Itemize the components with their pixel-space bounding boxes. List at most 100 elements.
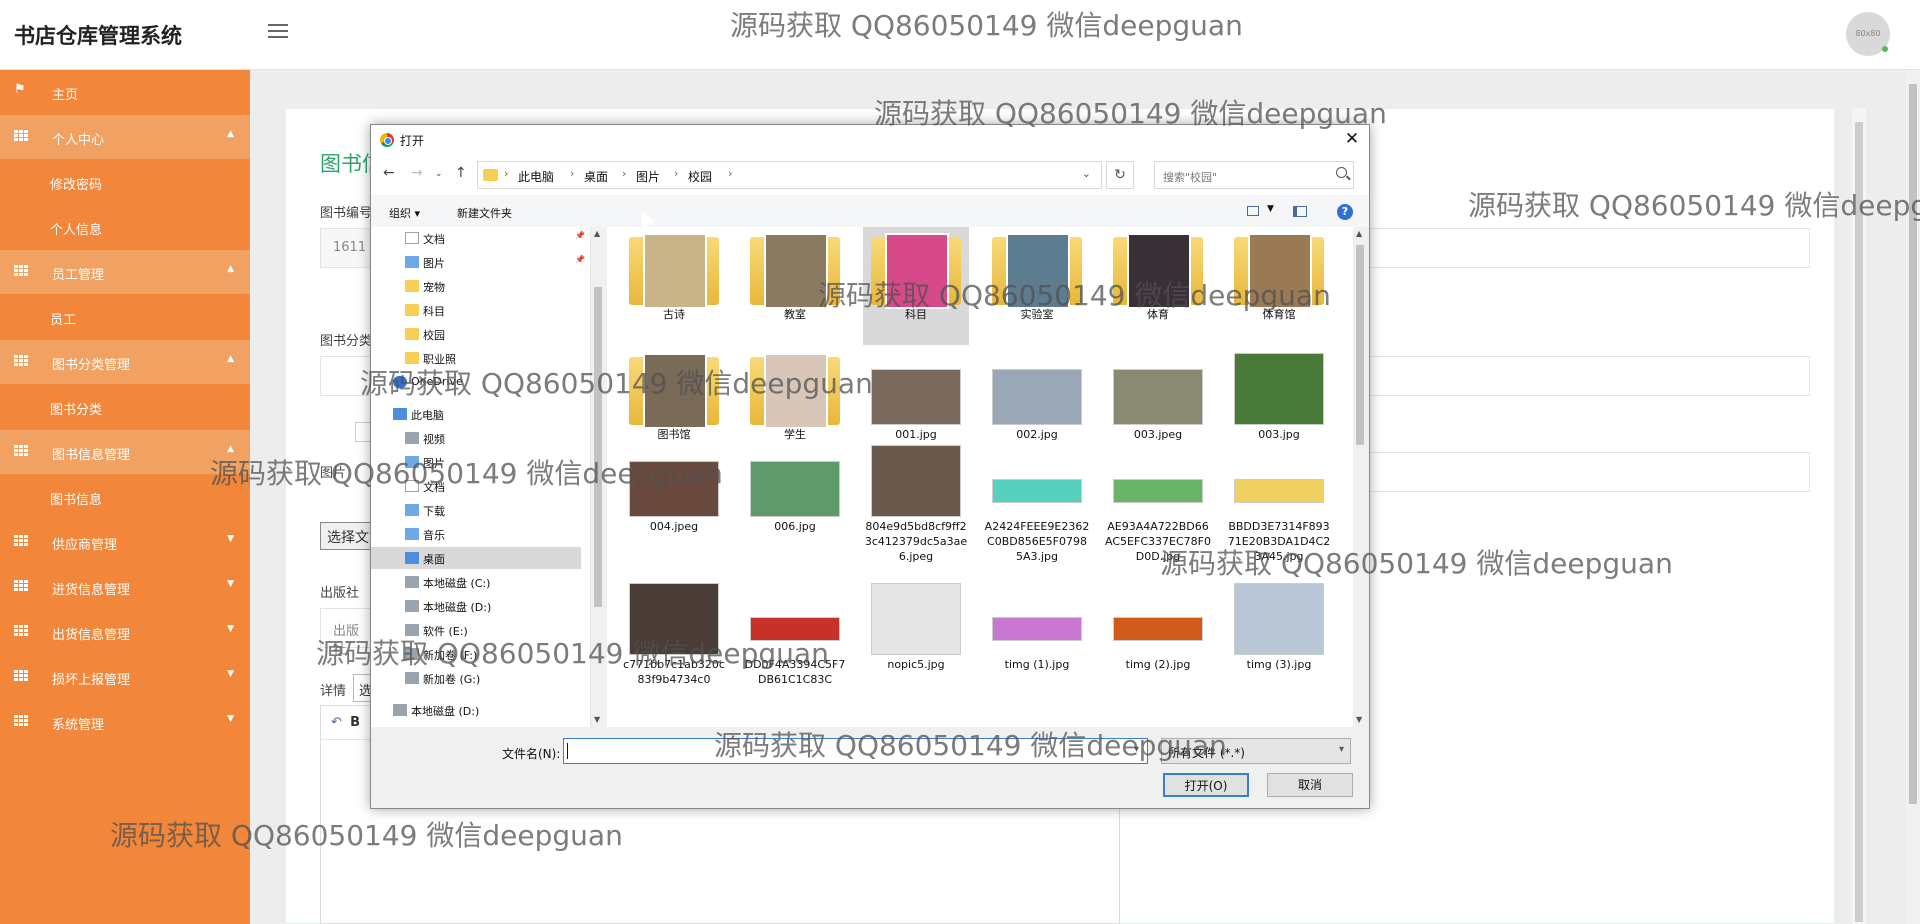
sidebar-item[interactable]: 图书信息管理 ▲ (0, 430, 250, 474)
breadcrumb-item[interactable]: 校园 (688, 168, 712, 185)
search-input[interactable]: 搜索"校园" (1154, 161, 1354, 189)
tree-item[interactable]: 音乐 (371, 523, 581, 545)
file-item[interactable]: 006.jpg (742, 439, 848, 557)
sidebar-item[interactable]: 图书信息 (0, 475, 250, 519)
breadcrumb-item[interactable]: 此电脑 (518, 168, 554, 185)
chevron-down-icon[interactable]: ▾ (1134, 744, 1139, 755)
help-icon[interactable]: ? (1337, 204, 1353, 220)
file-item[interactable]: AE93A4A722BD66AC5EFC337EC78F0D0D.jpg (1105, 439, 1211, 563)
view-options-icon[interactable] (1247, 206, 1259, 216)
tree-item[interactable]: 桌面 (371, 547, 581, 569)
tree-item[interactable]: 职业照 (371, 347, 581, 369)
tree-item[interactable]: 宠物 (371, 275, 581, 297)
address-bar[interactable]: › 此电脑 › 桌面 › 图片 › 校园 › ⌄ (477, 161, 1102, 189)
tree-item[interactable]: 本地磁盘 (D:) (371, 595, 581, 617)
sidebar-item[interactable]: 员工管理 ▲ (0, 250, 250, 294)
file-item[interactable]: timg (2).jpg (1105, 577, 1211, 695)
filetype-select[interactable]: 所有文件 (*.*) ▾ (1161, 738, 1351, 764)
chevron-down-icon[interactable]: ▼ (1267, 204, 1274, 214)
file-list: 古诗 教室 科目 实验室 体育 体育馆 图书馆 学生 001.jpg 002.jpg 003.jpe… (607, 227, 1353, 727)
tree-scrollbar[interactable]: ▲ ▼ (591, 227, 605, 727)
file-name: 体育馆 (1262, 308, 1296, 321)
tree-item-label: 图片 (423, 457, 445, 470)
tree-item[interactable]: 新加卷 (F:) (371, 643, 581, 665)
file-item[interactable]: nopic5.jpg (863, 577, 969, 695)
folder-icon (992, 233, 1082, 309)
refresh-icon[interactable]: ↻ (1106, 161, 1134, 189)
file-item[interactable]: timg (1).jpg (984, 577, 1090, 695)
new-folder-button[interactable]: 新建文件夹 (457, 205, 512, 221)
breadcrumb-item[interactable]: 图片 (636, 168, 660, 185)
file-item[interactable]: c771bb7c1ab320c83f9b4734c0 (621, 577, 727, 695)
panel-scrollbar[interactable] (1852, 108, 1866, 924)
bold-button[interactable]: B (350, 715, 360, 730)
tree-item-label: 软件 (E:) (423, 625, 468, 638)
forward-arrow-icon[interactable]: → (411, 165, 423, 181)
folder-item[interactable]: 体育馆 (1226, 227, 1332, 345)
sidebar-item[interactable]: ⚑ 主页 (0, 70, 250, 114)
image-thumbnail (871, 445, 961, 517)
tree-item[interactable]: 文档 📌 (371, 227, 585, 249)
sidebar-item[interactable]: 员工 (0, 295, 250, 339)
breadcrumb-item[interactable]: 桌面 (584, 168, 608, 185)
filename-input[interactable]: ▾ (563, 738, 1148, 764)
file-item[interactable]: BBDD3E7314F89371E20B3DA1D4C23A45.jpg (1226, 439, 1332, 563)
sidebar-item[interactable]: 图书分类管理 ▲ (0, 340, 250, 384)
close-icon[interactable]: ✕ (1339, 127, 1365, 151)
tree-item[interactable]: 科目 (371, 299, 581, 321)
folder-item[interactable]: 教室 (742, 227, 848, 345)
tree-item[interactable]: OneDrive (371, 371, 581, 393)
category-label: 图书分类 (320, 334, 373, 349)
file-item[interactable]: timg (3).jpg (1226, 577, 1332, 695)
file-item[interactable]: DD0F4A3394C5F7DB61C1C83C (742, 577, 848, 695)
tree-item[interactable]: 图片 📌 (371, 251, 585, 273)
page-scrollbar[interactable] (1906, 70, 1920, 924)
tree-item[interactable]: 本地磁盘 (C:) (371, 571, 581, 593)
tree-item[interactable]: 新加卷 (G:) (371, 667, 581, 689)
tree-item[interactable]: 软件 (E:) (371, 619, 581, 641)
recent-chevron-icon[interactable]: ⌄ (435, 169, 443, 179)
file-list-scrollbar[interactable]: ▲ ▼ (1353, 227, 1367, 727)
sidebar-item[interactable]: 损坏上报管理 ▼ (0, 655, 250, 699)
sidebar-item[interactable]: 图书分类 (0, 385, 250, 429)
image-thumbnail (1113, 479, 1203, 503)
chevron-down-icon: ▼ (227, 669, 234, 679)
sidebar-item[interactable]: 个人中心 ▲ (0, 115, 250, 159)
cancel-button[interactable]: 取消 (1267, 773, 1353, 797)
menu-toggle-icon[interactable] (268, 24, 288, 40)
folder-item[interactable]: 体育 (1105, 227, 1211, 345)
sidebar-item[interactable]: 出货信息管理 ▼ (0, 610, 250, 654)
file-item[interactable]: A2424FEEE9E2362C0BD856E5F07985A3.jpg (984, 439, 1090, 563)
tree-item[interactable]: 此电脑 (371, 403, 581, 425)
tree-item[interactable]: 文档 (371, 475, 581, 497)
folder-item[interactable]: 古诗 (621, 227, 727, 345)
sidebar-item[interactable]: 供应商管理 ▼ (0, 520, 250, 564)
folder-item[interactable]: 科目 (863, 227, 969, 345)
file-item[interactable]: 804e9d5bd8cf9ff23c412379dc5a3ae6.jpeg (863, 439, 969, 563)
up-arrow-icon[interactable]: ↑ (455, 165, 467, 181)
tree-item[interactable]: 图片 (371, 451, 581, 473)
dialog-titlebar[interactable]: 打开 ✕ (371, 125, 1369, 155)
back-arrow-icon[interactable]: ← (383, 165, 395, 181)
organize-button[interactable]: 组织 ▾ (389, 205, 420, 221)
chevron-down-icon[interactable]: ⌄ (1082, 167, 1091, 180)
open-button[interactable]: 打开(O) (1163, 773, 1249, 797)
file-name: AE93A4A722BD66AC5EFC337EC78F0D0D.jpg (1105, 520, 1211, 563)
folder-item[interactable]: 实验室 (984, 227, 1090, 345)
sidebar-item[interactable]: 个人信息 (0, 205, 250, 249)
sidebar-item-label: 图书信息 (50, 493, 103, 508)
navigation-pane: 文档 📌 图片 📌 宠物 科目 校园 职业照 OneDrive 此电脑 视频 图片 文档 下载 音乐 桌面 本地… (371, 227, 591, 727)
tree-item[interactable]: 本地磁盘 (D:) (371, 699, 581, 721)
tree-item[interactable]: 视频 (371, 427, 581, 449)
undo-icon[interactable]: ↶ (331, 715, 342, 730)
tree-item[interactable]: 校园 (371, 323, 581, 345)
sidebar-item[interactable]: 系统管理 ▼ (0, 700, 250, 744)
download-icon (405, 504, 419, 516)
file-item[interactable]: 004.jpeg (621, 439, 727, 557)
sidebar-item[interactable]: 进货信息管理 ▼ (0, 565, 250, 609)
tree-item-label: 文档 (423, 233, 445, 246)
computer-icon (393, 408, 407, 420)
preview-pane-icon[interactable] (1293, 206, 1307, 217)
sidebar-item[interactable]: 修改密码 (0, 160, 250, 204)
tree-item[interactable]: 下载 (371, 499, 581, 521)
